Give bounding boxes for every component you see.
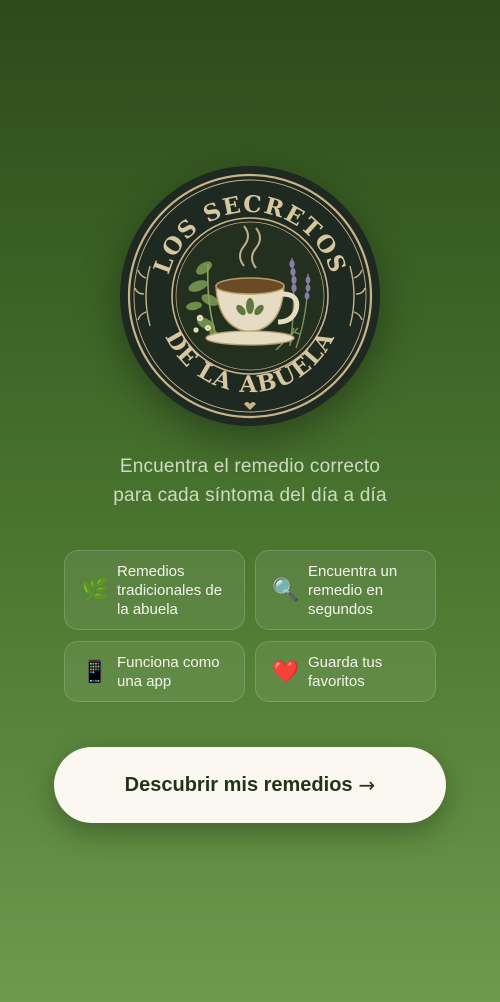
magnifier-icon: 🔍 xyxy=(272,577,300,602)
heart-icon: ❤️ xyxy=(272,658,300,684)
feature-card-traditional-remedies: 🌿 Remedios tradicionales de la abuela xyxy=(64,550,245,630)
app-logo-badge: LOS SECRETOS DE LA ABUELA xyxy=(120,166,380,426)
herb-icon: 🌿 xyxy=(81,577,109,602)
tagline-line-2: para cada síntoma del día a día xyxy=(113,485,387,506)
arrow-right-icon: → xyxy=(358,773,376,797)
tagline-line-1: Encuentra el remedio correcto xyxy=(119,456,381,477)
discover-remedies-label: Descubrir mis remedios xyxy=(124,773,353,796)
feature-label: Funciona como una app xyxy=(117,653,220,690)
feature-label: Remedios tradicionales de la abuela xyxy=(117,562,223,618)
discover-remedies-button[interactable]: Descubrir mis remedios → xyxy=(54,747,446,823)
feature-label: Guarda tus favoritos xyxy=(308,653,383,690)
feature-label: Encuentra un remedio en segundos xyxy=(308,562,398,618)
tagline: Encuentra el remedio correcto para cada … xyxy=(0,452,500,510)
feature-card-works-as-app: 📱 Funciona como una app xyxy=(64,641,245,702)
feature-card-find-remedy: 🔍 Encuentra un remedio en segundos xyxy=(255,550,436,630)
feature-card-save-favorites: ❤️ Guarda tus favoritos xyxy=(255,641,436,702)
phone-icon: 📱 xyxy=(81,658,109,684)
